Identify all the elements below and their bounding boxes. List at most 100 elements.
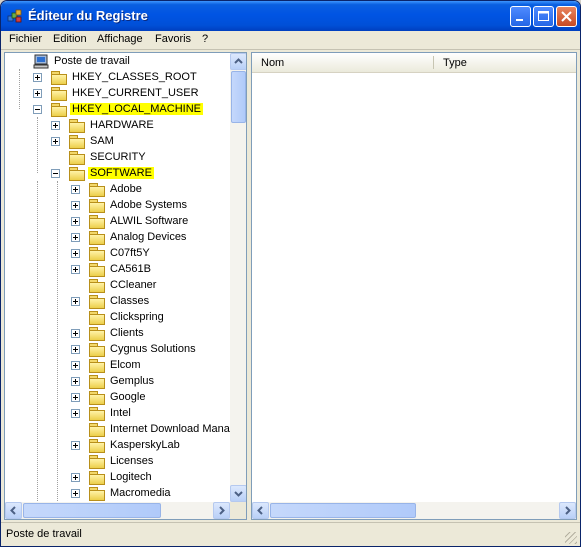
scroll-left-button[interactable] (5, 502, 22, 519)
folder-icon (89, 231, 105, 245)
tree-node-label: Gemplus (110, 375, 155, 387)
expand-toggle-icon[interactable] (71, 217, 80, 226)
expand-toggle-icon[interactable] (71, 409, 80, 418)
list-hscroll-thumb[interactable] (270, 503, 416, 518)
expand-toggle-icon[interactable] (71, 393, 80, 402)
tree-node-label: Elcom (110, 359, 141, 371)
tree-subkey[interactable]: Licenses (5, 454, 229, 470)
tree-connector-line (37, 117, 38, 173)
minimize-button[interactable] (510, 6, 531, 27)
expand-toggle-icon[interactable] (71, 377, 80, 386)
expand-toggle-icon[interactable] (71, 329, 80, 338)
folder-icon (89, 295, 105, 309)
expand-toggle-icon[interactable] (71, 473, 80, 482)
tree-subkey[interactable]: Cygnus Solutions (5, 342, 229, 358)
folder-icon (89, 359, 105, 373)
column-header-type[interactable]: Type (443, 57, 467, 69)
tree-subkey[interactable]: Clients (5, 326, 229, 342)
tree-subkey[interactable]: Logitech (5, 470, 229, 486)
menu-favoris[interactable]: Favoris (155, 33, 191, 45)
scroll-up-button[interactable] (230, 53, 246, 70)
tree-key[interactable]: SECURITY (5, 150, 229, 166)
expand-toggle-icon[interactable] (51, 137, 60, 146)
tree-hscroll-thumb[interactable] (23, 503, 161, 518)
tree-node-label: Licenses (110, 455, 154, 467)
tree-vertical-scrollbar[interactable] (230, 53, 246, 502)
folder-icon (89, 199, 105, 213)
menu-bar: Fichier Edition Affichage Favoris ? (1, 31, 580, 50)
tree-node-label: Google (110, 391, 146, 403)
expand-toggle-icon[interactable] (71, 345, 80, 354)
scroll-down-button[interactable] (230, 485, 246, 502)
tree-vscroll-thumb[interactable] (231, 71, 246, 123)
tree-hive[interactable]: HKEY_CLASSES_ROOT (5, 70, 229, 86)
expand-toggle-icon[interactable] (71, 265, 80, 274)
folder-icon (51, 71, 67, 85)
expand-toggle-icon[interactable] (71, 361, 80, 370)
collapse-toggle-icon[interactable] (33, 105, 42, 114)
folder-icon (89, 215, 105, 229)
tree-subkey[interactable]: Elcom (5, 358, 229, 374)
close-button[interactable] (556, 6, 577, 27)
collapse-toggle-icon[interactable] (51, 169, 60, 178)
menu-edition[interactable]: Edition (53, 33, 87, 45)
expand-toggle-icon[interactable] (71, 185, 80, 194)
tree-hive[interactable]: HKEY_LOCAL_MACHINE (5, 102, 229, 118)
expand-toggle-icon[interactable] (71, 441, 80, 450)
folder-icon (89, 327, 105, 341)
expand-toggle-icon[interactable] (33, 73, 42, 82)
expand-toggle-icon[interactable] (71, 297, 80, 306)
title-bar[interactable]: Éditeur du Registre (1, 1, 580, 31)
tree-subkey[interactable]: ALWIL Software (5, 214, 229, 230)
list-scroll-right-button[interactable] (559, 502, 576, 519)
tree-key[interactable]: HARDWARE (5, 118, 229, 134)
tree-hive[interactable]: HKEY_CURRENT_USER (5, 86, 229, 102)
resize-grip[interactable] (565, 532, 577, 544)
column-header-name[interactable]: Nom (261, 57, 284, 69)
folder-icon (89, 471, 105, 485)
tree-subkey[interactable]: Classes (5, 294, 229, 310)
tree-subkey[interactable]: CA561B (5, 262, 229, 278)
list-scroll-left-button[interactable] (252, 502, 269, 519)
minimize-icon (516, 19, 523, 21)
tree-node-label: Classes (110, 295, 150, 307)
tree-node-label: Clients (110, 327, 144, 339)
expand-toggle-icon[interactable] (71, 201, 80, 210)
tree-subkey[interactable]: Intel (5, 406, 229, 422)
menu-help[interactable]: ? (202, 33, 208, 45)
tree-subkey[interactable]: Adobe Systems (5, 198, 229, 214)
tree-connector-line (57, 181, 58, 501)
tree-node-label: Intel (110, 407, 131, 419)
column-divider[interactable] (433, 56, 434, 69)
tree-node-label: HARDWARE (90, 119, 154, 131)
menu-fichier[interactable]: Fichier (9, 33, 42, 45)
expand-toggle-icon[interactable] (71, 233, 80, 242)
expand-toggle-icon[interactable] (71, 249, 80, 258)
tree-subkey[interactable]: C07ft5Y (5, 246, 229, 262)
tree-key[interactable]: SOFTWARE (5, 166, 229, 182)
list-horizontal-scrollbar[interactable] (252, 502, 576, 519)
expand-toggle-icon[interactable] (33, 89, 42, 98)
tree-subkey[interactable]: Gemplus (5, 374, 229, 390)
tree-horizontal-scrollbar[interactable] (5, 502, 230, 519)
scroll-corner (230, 502, 246, 519)
tree-subkey[interactable]: Google (5, 390, 229, 406)
folder-icon (89, 263, 105, 277)
tree-subkey[interactable]: Macromedia (5, 486, 229, 502)
tree-key[interactable]: SAM (5, 134, 229, 150)
scroll-right-button[interactable] (213, 502, 230, 519)
expand-toggle-icon[interactable] (71, 489, 80, 498)
right-arrow-icon (565, 506, 571, 515)
maximize-button[interactable] (533, 6, 554, 27)
tree-subkey[interactable]: Clickspring (5, 310, 229, 326)
tree-subkey[interactable]: Adobe (5, 182, 229, 198)
tree-subkey[interactable]: Analog Devices (5, 230, 229, 246)
expand-toggle-icon[interactable] (51, 121, 60, 130)
tree-subkey[interactable]: CCleaner (5, 278, 229, 294)
tree-node-label: CA561B (110, 263, 151, 275)
tree-subkey[interactable]: KasperskyLab (5, 438, 229, 454)
tree-subkey[interactable]: Internet Download Manag (5, 422, 236, 438)
tree-root[interactable]: Poste de travail (5, 54, 229, 70)
menu-affichage[interactable]: Affichage (97, 33, 143, 45)
folder-icon (89, 311, 105, 325)
